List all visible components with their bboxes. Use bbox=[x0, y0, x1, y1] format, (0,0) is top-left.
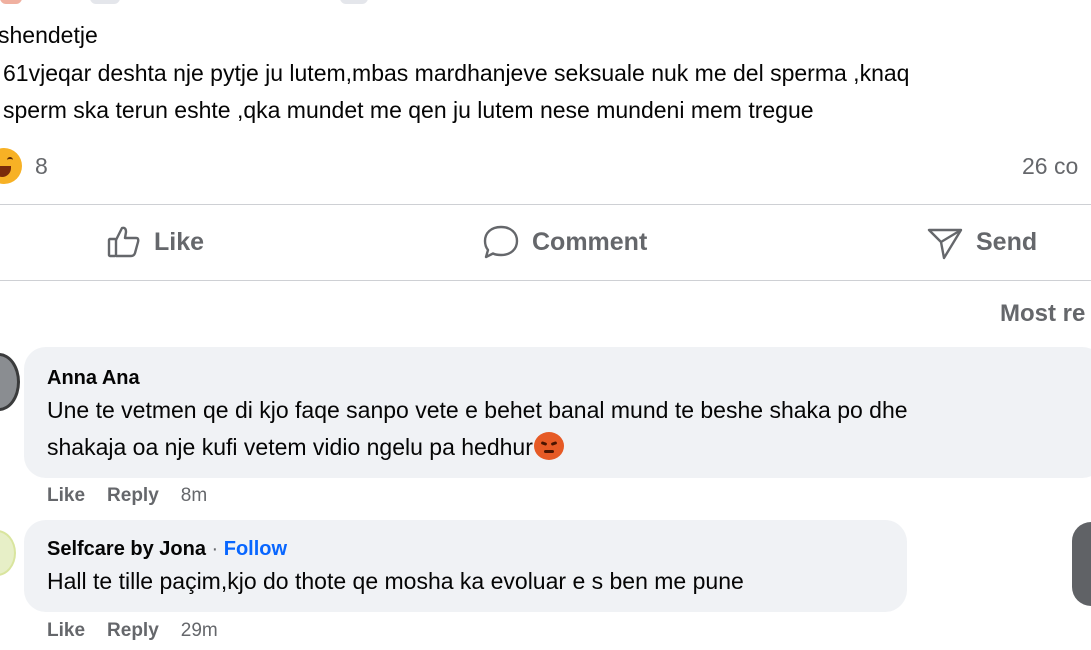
divider bbox=[0, 204, 1091, 205]
comment-label: Comment bbox=[532, 227, 648, 256]
reaction-count[interactable]: 8 bbox=[35, 153, 48, 180]
comment-timestamp[interactable]: 8m bbox=[181, 485, 207, 507]
comment-text: Une te vetmen qe di kjo faqe sanpo vete … bbox=[47, 397, 908, 423]
comment-like-button[interactable]: Like bbox=[47, 620, 85, 642]
divider bbox=[0, 280, 1091, 281]
send-icon bbox=[926, 224, 964, 260]
floating-chat-bubble[interactable] bbox=[1072, 522, 1091, 606]
avatar[interactable] bbox=[0, 353, 20, 411]
haha-reaction-icon[interactable] bbox=[0, 148, 22, 184]
comment-timestamp[interactable]: 29m bbox=[181, 620, 218, 642]
cropped-header-fragment bbox=[0, 0, 22, 4]
avatar[interactable] bbox=[0, 530, 16, 576]
comment-like-button[interactable]: Like bbox=[47, 485, 85, 507]
comment-reply-button[interactable]: Reply bbox=[107, 620, 159, 642]
cropped-header-fragment bbox=[340, 0, 368, 4]
comment-actions: Like Reply 8m bbox=[47, 485, 207, 507]
comment-actions: Like Reply 29m bbox=[47, 620, 218, 642]
comment-sort-dropdown[interactable]: Most re bbox=[1000, 300, 1085, 328]
post-body-line: sperm ska terun eshte ,qka mundet me qen… bbox=[3, 97, 814, 123]
comment-text: shakaja oa nje kufi vetem vidio ngelu pa… bbox=[47, 434, 533, 460]
group-name[interactable]: shendetje bbox=[0, 22, 98, 49]
comment-author-line: Selfcare by Jona · Follow bbox=[47, 538, 287, 561]
comment-reply-button[interactable]: Reply bbox=[107, 485, 159, 507]
send-button[interactable]: Send bbox=[926, 222, 1037, 262]
send-label: Send bbox=[976, 227, 1038, 256]
thumbs-up-icon bbox=[106, 224, 142, 260]
cropped-header-fragment bbox=[90, 0, 120, 4]
comment-author[interactable]: Selfcare by Jona bbox=[47, 538, 206, 560]
separator: · bbox=[205, 538, 224, 560]
comment-text-line: shakaja oa nje kufi vetem vidio ngelu pa… bbox=[47, 429, 564, 466]
comment-button[interactable]: Comment bbox=[482, 222, 647, 262]
comment-author[interactable]: Anna Ana bbox=[47, 367, 140, 390]
comment-count[interactable]: 26 co bbox=[1022, 153, 1078, 180]
like-button[interactable]: Like bbox=[106, 222, 204, 262]
follow-button[interactable]: Follow bbox=[224, 538, 287, 560]
post-body-line: 61vjeqar deshta nje pytje ju lutem,mbas … bbox=[3, 60, 910, 86]
comment-text: Hall te tille paçim,kjo do thote qe mosh… bbox=[47, 568, 744, 594]
angry-emoji-icon bbox=[533, 432, 564, 460]
comment-bubble-icon bbox=[482, 224, 520, 260]
like-label: Like bbox=[154, 227, 205, 256]
